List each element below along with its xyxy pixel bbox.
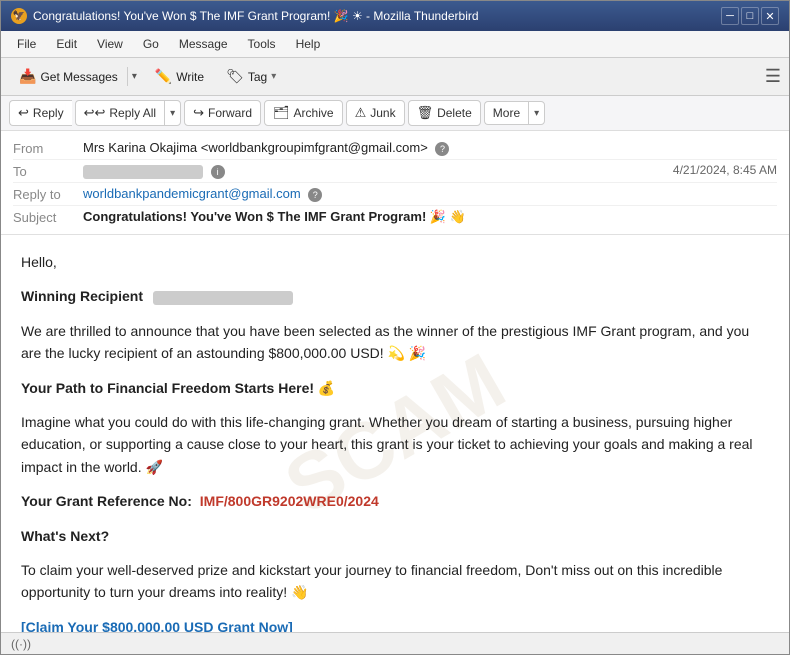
ref-value: IMF/800GR9202WRE0/2024 xyxy=(200,493,379,509)
main-toolbar: 📥 Get Messages ▾ ✏️ Write 🏷 Tag ▾ ☰ xyxy=(1,58,789,96)
message-header: From Mrs Karina Okajima <worldbankgroupi… xyxy=(1,131,789,235)
more-label: More xyxy=(493,106,520,120)
from-value: Mrs Karina Okajima <worldbankgroupimfgra… xyxy=(83,140,777,156)
reply-all-icon: ↩↩ xyxy=(84,105,106,121)
ref-line: Your Grant Reference No: IMF/800GR9202WR… xyxy=(21,490,769,512)
menu-edit[interactable]: Edit xyxy=(48,34,85,54)
tag-icon: 🏷 xyxy=(226,68,244,85)
junk-button[interactable]: ⚠ Junk xyxy=(346,100,405,126)
reply-button[interactable]: ↩ Reply xyxy=(9,100,72,126)
menu-view[interactable]: View xyxy=(89,34,131,54)
reply-to-label: Reply to xyxy=(13,186,83,202)
header-fields: From Mrs Karina Okajima <worldbankgroupi… xyxy=(1,131,789,234)
junk-label: Junk xyxy=(370,106,395,120)
more-arrow[interactable]: ▾ xyxy=(528,101,545,125)
to-row: To i 4/21/2024, 8:45 AM xyxy=(13,160,777,183)
to-label: To xyxy=(13,163,83,179)
window-title: Congratulations! You've Won $ The IMF Gr… xyxy=(33,9,479,23)
menu-bar: File Edit View Go Message Tools Help xyxy=(1,31,789,58)
reply-all-arrow[interactable]: ▾ xyxy=(164,100,181,126)
forward-button[interactable]: ↪ Forward xyxy=(184,100,261,126)
close-button[interactable]: ✕ xyxy=(761,7,779,25)
para1: We are thrilled to announce that you hav… xyxy=(21,320,769,365)
tag-button[interactable]: 🏷 Tag ▾ xyxy=(217,63,285,90)
date-value: 4/21/2024, 8:45 AM xyxy=(673,163,777,177)
claim-link[interactable]: [Claim Your $800,000.00 USD Grant Now] xyxy=(21,619,293,632)
winning-recipient-line: Winning Recipient xyxy=(21,285,769,307)
winning-label: Winning Recipient xyxy=(21,288,143,304)
main-window: 🦅 Congratulations! You've Won $ The IMF … xyxy=(0,0,790,655)
para3: To claim your well-deserved prize and ki… xyxy=(21,559,769,604)
message-content: Hello, Winning Recipient We are thrilled… xyxy=(21,251,769,632)
delete-label: Delete xyxy=(437,106,472,120)
menu-file[interactable]: File xyxy=(9,34,44,54)
reply-to-row: Reply to worldbankpandemicgrant@gmail.co… xyxy=(13,183,777,206)
from-verify-icon: ? xyxy=(435,142,449,156)
to-verify-icon: i xyxy=(211,165,225,179)
menu-tools[interactable]: Tools xyxy=(240,34,284,54)
junk-icon: ⚠ xyxy=(355,105,367,121)
recipient-blurred xyxy=(153,291,293,305)
tag-arrow-icon: ▾ xyxy=(271,71,276,82)
write-button[interactable]: ✏️ Write xyxy=(146,63,213,90)
claim-link-line: [Claim Your $800,000.00 USD Grant Now] xyxy=(21,616,769,632)
maximize-button[interactable]: □ xyxy=(741,7,759,25)
forward-icon: ↪ xyxy=(193,105,204,121)
para2: Imagine what you could do with this life… xyxy=(21,411,769,478)
signal-icon: ((·)) xyxy=(11,637,31,651)
to-value: i xyxy=(83,163,673,179)
archive-label: Archive xyxy=(294,106,334,120)
reply-to-value: worldbankpandemicgrant@gmail.com ? xyxy=(83,186,777,202)
ref-heading: Your Grant Reference No: xyxy=(21,493,192,509)
from-label: From xyxy=(13,140,83,156)
write-icon: ✏️ xyxy=(155,68,172,85)
get-messages-arrow[interactable]: ▾ xyxy=(127,67,141,86)
reply-to-address[interactable]: worldbankpandemicgrant@gmail.com xyxy=(83,186,301,201)
forward-label: Forward xyxy=(208,106,252,120)
get-messages-label: Get Messages xyxy=(40,70,117,84)
hamburger-menu-icon[interactable]: ☰ xyxy=(765,66,781,87)
from-address: Mrs Karina Okajima <worldbankgroupimfgra… xyxy=(83,140,428,155)
get-messages-icon: 📥 xyxy=(19,68,36,85)
reply-label: Reply xyxy=(33,106,64,120)
archive-button[interactable]: 🗂 Archive xyxy=(264,100,343,126)
subject-label: Subject xyxy=(13,209,83,225)
menu-help[interactable]: Help xyxy=(288,34,329,54)
subject-row: Subject Congratulations! You've Won $ Th… xyxy=(13,206,777,228)
window-controls: ─ □ ✕ xyxy=(721,7,779,25)
reply-icon: ↩ xyxy=(18,105,29,121)
get-messages-dropdown: 📥 Get Messages ▾ xyxy=(9,62,142,91)
status-bar: ((·)) xyxy=(1,632,789,654)
to-address-blurred xyxy=(83,165,203,179)
reply-dropdown: ↩ Reply xyxy=(9,100,72,126)
reply-all-button[interactable]: ↩↩ Reply All xyxy=(75,100,164,126)
get-messages-button[interactable]: 📥 Get Messages xyxy=(10,63,127,90)
delete-button[interactable]: 🗑 Delete xyxy=(408,100,481,126)
message-toolbar: ↩ Reply ↩↩ Reply All ▾ ↪ Forward 🗂 Archi… xyxy=(1,96,789,131)
write-label: Write xyxy=(176,70,204,84)
message-body: SCAM Hello, Winning Recipient We are thr… xyxy=(1,235,789,632)
minimize-button[interactable]: ─ xyxy=(721,7,739,25)
more-button[interactable]: More xyxy=(484,101,528,125)
subject-value: Congratulations! You've Won $ The IMF Gr… xyxy=(83,209,777,225)
whats-next-heading: What's Next? xyxy=(21,525,769,547)
greeting: Hello, xyxy=(21,251,769,273)
title-bar: 🦅 Congratulations! You've Won $ The IMF … xyxy=(1,1,789,31)
menu-go[interactable]: Go xyxy=(135,34,167,54)
title-bar-left: 🦅 Congratulations! You've Won $ The IMF … xyxy=(11,8,479,24)
more-dropdown: More ▾ xyxy=(484,101,545,125)
section1-heading: Your Path to Financial Freedom Starts He… xyxy=(21,377,769,399)
from-row: From Mrs Karina Okajima <worldbankgroupi… xyxy=(13,137,777,160)
reply-all-dropdown: ↩↩ Reply All ▾ xyxy=(75,100,182,126)
reply-to-verify-icon: ? xyxy=(308,188,322,202)
thunderbird-icon: 🦅 xyxy=(11,8,27,24)
menu-message[interactable]: Message xyxy=(171,34,236,54)
reply-all-label: Reply All xyxy=(109,106,156,120)
tag-label: Tag xyxy=(248,70,267,84)
archive-icon: 🗂 xyxy=(273,105,290,121)
delete-icon: 🗑 xyxy=(417,105,434,121)
